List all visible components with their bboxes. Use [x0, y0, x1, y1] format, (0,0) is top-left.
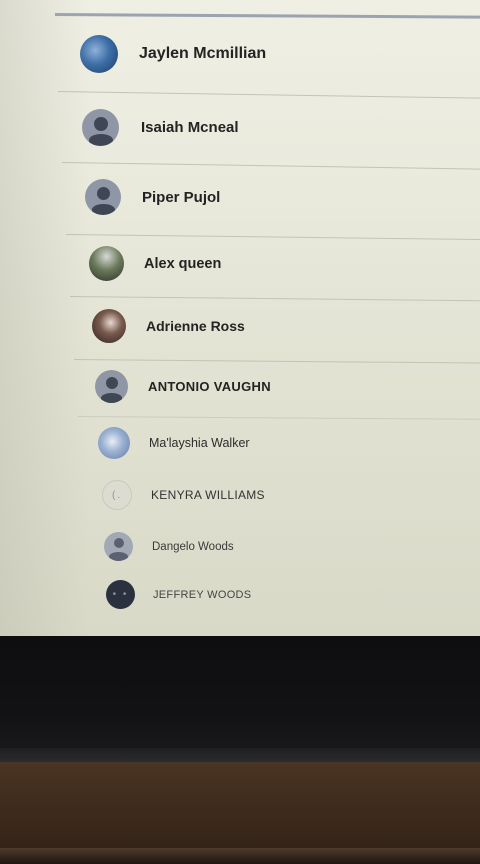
contact-list: Jaylen Mcmillian Isaiah Mcneal Piper Puj… — [0, 0, 480, 636]
contact-name: Isaiah Mcneal — [141, 118, 239, 136]
contact-name: KENYRA WILLIAMS — [151, 488, 265, 502]
avatar-photo — [92, 309, 126, 343]
avatar-dots-icon: • • — [112, 589, 129, 600]
avatar-photo — [89, 246, 124, 281]
desk-edge — [0, 848, 480, 864]
contact-name: ANTONIO VAUGHN — [148, 379, 271, 394]
monitor-bezel — [0, 636, 480, 762]
contact-row[interactable]: Isaiah Mcneal — [82, 108, 239, 146]
contact-row[interactable]: (. KENYRA WILLIAMS — [102, 480, 265, 510]
app-screen: Jaylen Mcmillian Isaiah Mcneal Piper Puj… — [0, 0, 480, 636]
row-divider — [61, 162, 480, 170]
contact-name: JEFFREY WOODS — [153, 588, 252, 601]
contact-name: Adrienne Ross — [146, 318, 245, 334]
row-divider — [65, 234, 480, 241]
person-icon — [82, 108, 119, 146]
loading-icon: (. — [111, 489, 123, 501]
contact-row[interactable]: Ma'layshia Walker — [98, 427, 250, 459]
avatar-placeholder: (. — [102, 480, 132, 510]
contact-row[interactable]: Alex queen — [89, 246, 221, 281]
avatar-photo — [80, 35, 118, 73]
row-divider — [73, 359, 480, 364]
row-divider — [69, 296, 480, 302]
contact-row[interactable]: Piper Pujol — [85, 179, 220, 215]
contact-name: Piper Pujol — [142, 188, 221, 206]
contact-name: Ma'layshia Walker — [149, 436, 250, 450]
avatar-dark: • • — [106, 580, 135, 609]
contact-row[interactable]: Adrienne Ross — [92, 309, 245, 343]
row-divider — [77, 416, 480, 420]
person-icon — [95, 370, 128, 403]
contact-name: Jaylen Mcmillian — [139, 45, 267, 62]
contact-name: Dangelo Woods — [152, 540, 234, 553]
contact-row[interactable]: • • JEFFREY WOODS — [106, 580, 251, 609]
contact-name: Alex queen — [144, 255, 222, 272]
avatar-photo — [98, 427, 130, 459]
monitor-edge — [0, 748, 480, 762]
contact-row[interactable]: ANTONIO VAUGHN — [95, 370, 271, 403]
contact-row[interactable]: Jaylen Mcmillian — [80, 34, 266, 74]
person-icon — [104, 532, 133, 561]
person-icon — [85, 179, 121, 215]
contact-row[interactable]: Dangelo Woods — [104, 532, 234, 561]
row-divider — [57, 91, 480, 99]
